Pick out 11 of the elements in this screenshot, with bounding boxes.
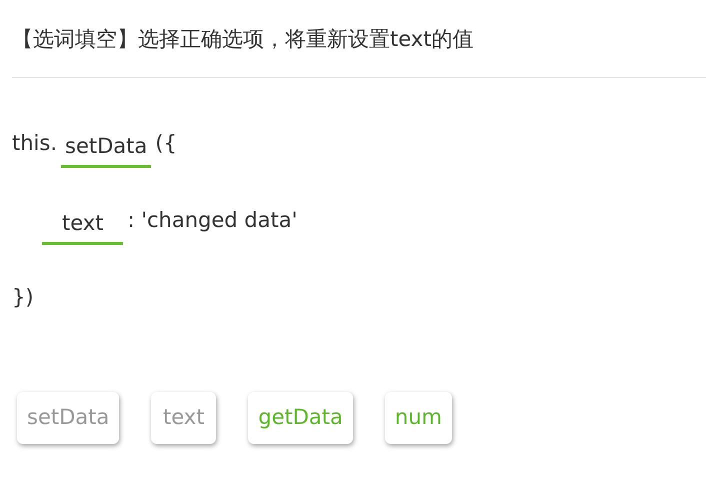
- code-text: this.: [12, 130, 57, 156]
- code-text: : 'changed data': [127, 208, 298, 233]
- filled-blank[interactable]: setData: [61, 134, 152, 168]
- option-button[interactable]: setData: [17, 392, 120, 444]
- code-text: ({: [155, 130, 177, 156]
- option-button[interactable]: getData: [248, 392, 353, 444]
- code-text: }): [12, 284, 34, 310]
- option-button[interactable]: text: [151, 392, 216, 444]
- question-title: 【选词填空】选择正确选项，将重新设置text的值: [12, 0, 706, 78]
- option-button[interactable]: num: [384, 392, 452, 444]
- filled-blank[interactable]: text: [42, 210, 124, 245]
